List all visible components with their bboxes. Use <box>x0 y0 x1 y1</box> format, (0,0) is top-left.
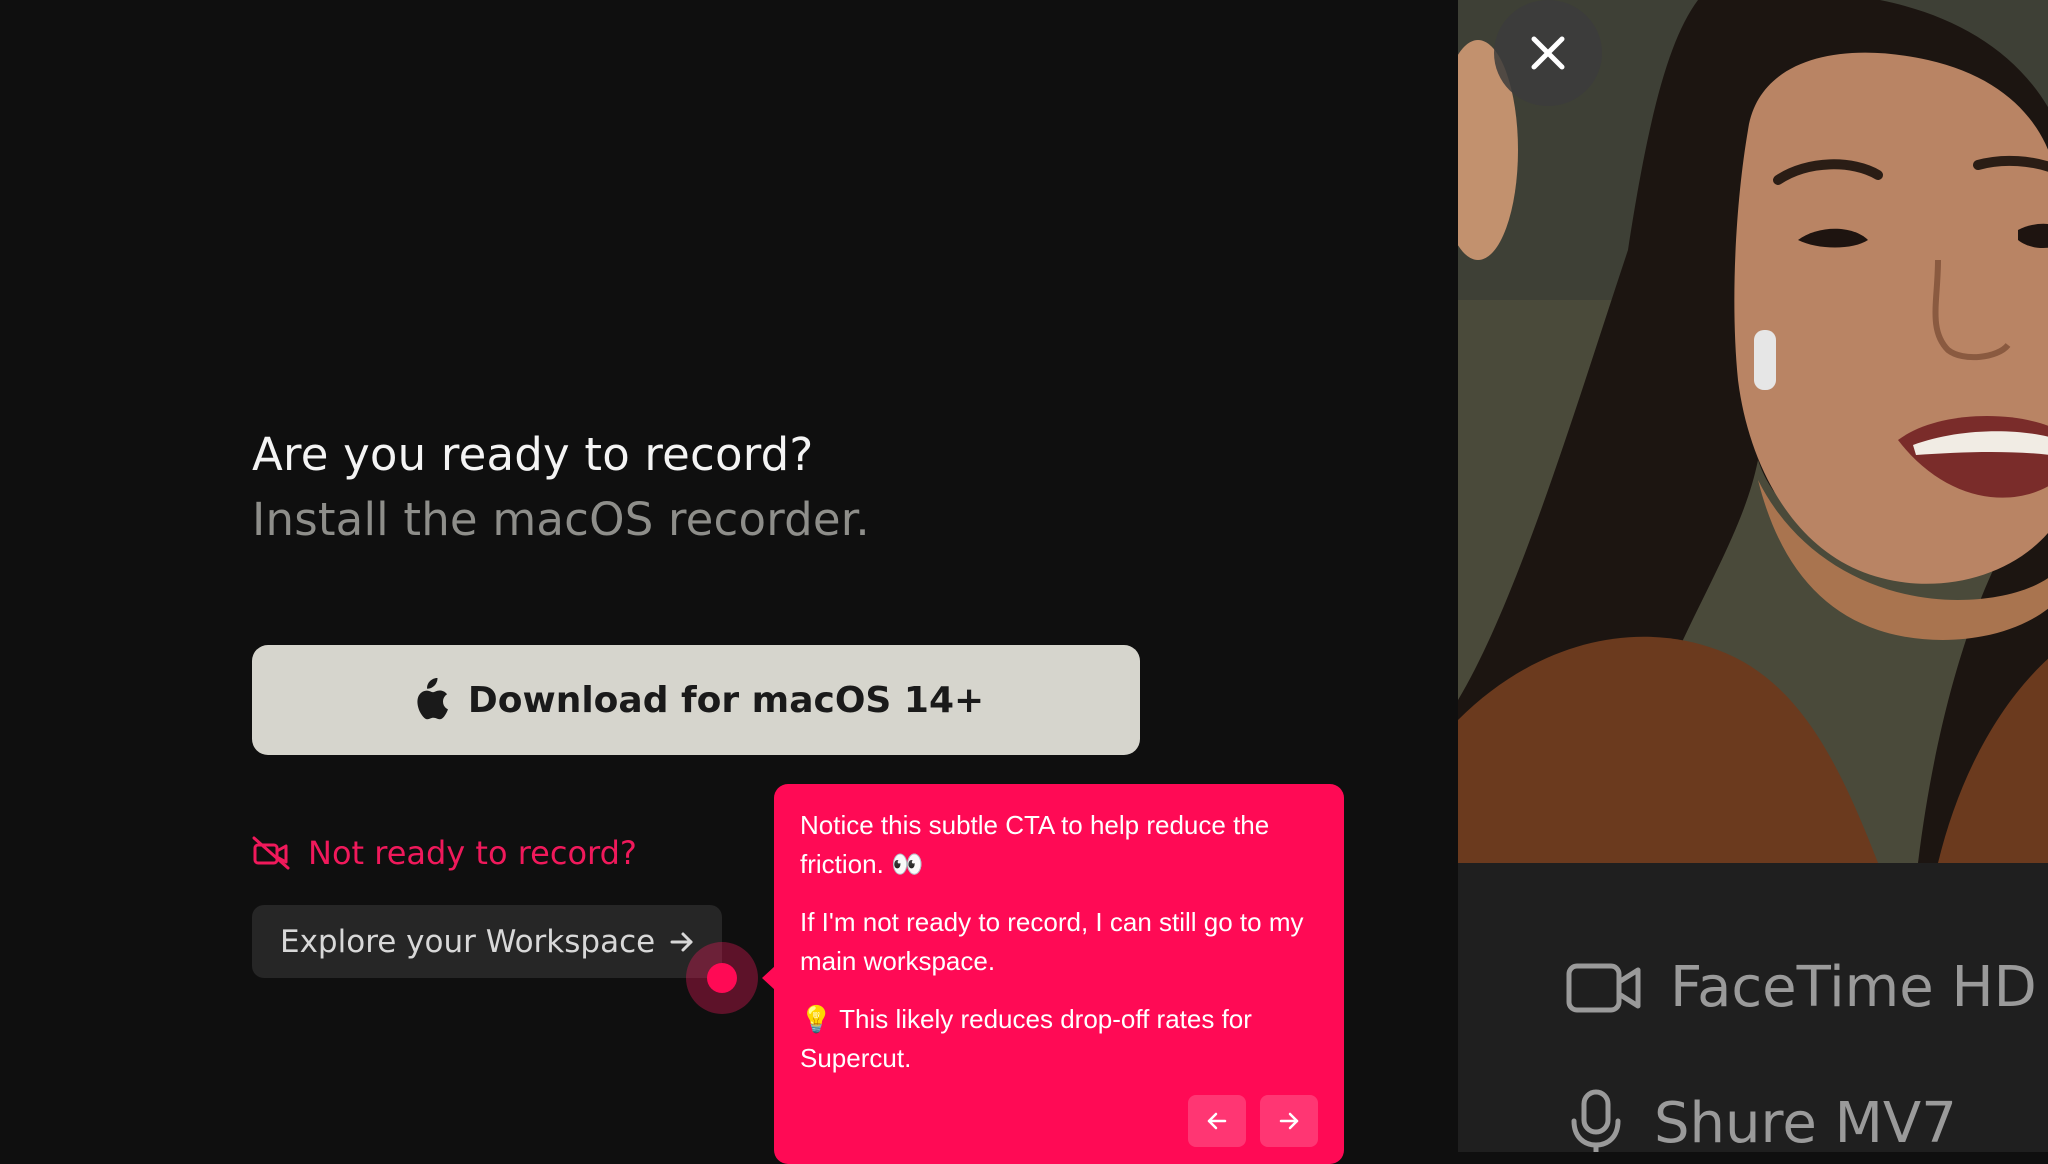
tooltip-paragraph-3: 💡 This likely reduces drop-off rates for… <box>800 1004 1252 1073</box>
explore-workspace-button[interactable]: Explore your Workspace <box>252 905 722 978</box>
download-button-label: Download for macOS 14+ <box>467 679 985 721</box>
tooltip-paragraph-1: Notice this subtle CTA to help reduce th… <box>800 810 1270 879</box>
microphone-device-label: Shure MV7 <box>1654 1090 1957 1153</box>
microphone-icon <box>1571 1089 1621 1152</box>
camera-device-label: FaceTime HD <box>1670 955 2037 1020</box>
tooltip-navigation <box>1188 1095 1318 1147</box>
video-camera-icon <box>1566 963 1641 1012</box>
tooltip-paragraph-2: If I'm not ready to record, I can still … <box>800 907 1304 976</box>
explore-workspace-label: Explore your Workspace <box>280 923 656 960</box>
hotspot-dot[interactable] <box>707 963 737 993</box>
camera-feed-image <box>1458 0 2048 863</box>
close-button[interactable] <box>1494 0 1602 106</box>
guide-tooltip: Notice this subtle CTA to help reduce th… <box>774 784 1344 1164</box>
close-icon <box>1531 36 1565 70</box>
tooltip-prev-button[interactable] <box>1188 1095 1246 1147</box>
arrow-right-icon <box>1279 1112 1299 1130</box>
download-macos-button[interactable]: Download for macOS 14+ <box>252 645 1140 755</box>
onboarding-panel: Are you ready to record? Install the mac… <box>0 0 1458 1164</box>
not-ready-prompt: Not ready to record? <box>252 830 637 876</box>
arrow-left-icon <box>1207 1112 1227 1130</box>
video-off-icon <box>252 836 290 870</box>
camera-preview-panel: FaceTime HD Shure MV7 <box>1458 0 2048 1152</box>
camera-device-row[interactable]: FaceTime HD <box>1566 955 2037 1020</box>
not-ready-label: Not ready to record? <box>308 834 637 872</box>
page-subtitle: Install the macOS recorder. <box>252 493 870 546</box>
microphone-device-row[interactable]: Shure MV7 <box>1566 1089 1957 1152</box>
arrow-right-icon <box>670 932 693 951</box>
device-settings: FaceTime HD Shure MV7 <box>1458 863 2048 1152</box>
camera-preview-video <box>1458 0 2048 863</box>
page-title: Are you ready to record? <box>252 428 814 481</box>
apple-icon <box>417 677 448 720</box>
tooltip-next-button[interactable] <box>1260 1095 1318 1147</box>
